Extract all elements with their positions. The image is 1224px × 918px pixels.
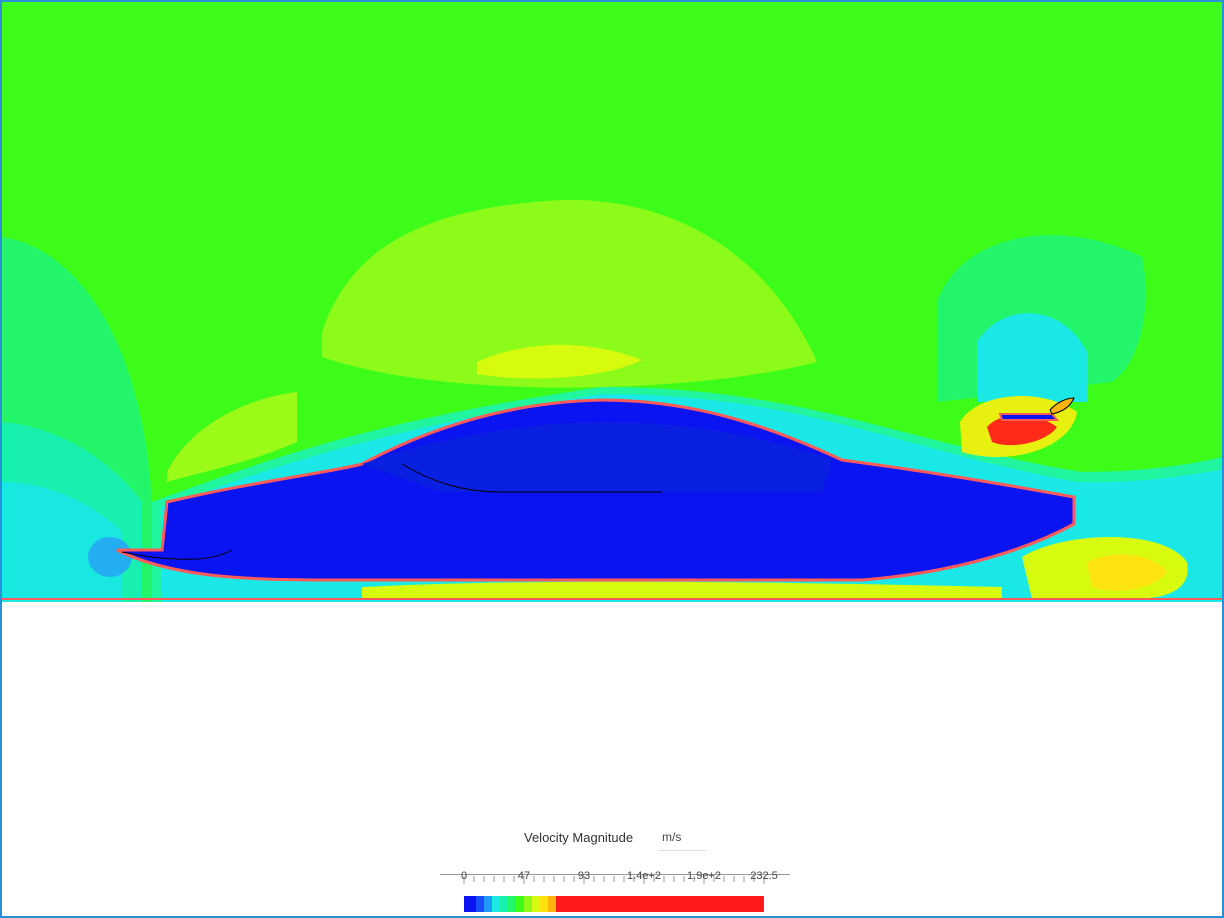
legend-tick-axis (440, 874, 790, 887)
app-window: Velocity Magnitude m/s 0 47 93 1.4e+2 1.… (0, 0, 1224, 918)
velocity-contour-plot[interactable] (2, 2, 1222, 602)
unit-selector[interactable]: m/s (658, 828, 706, 851)
legend-label-1: 47 (517, 870, 531, 882)
stagnation-contour (88, 537, 132, 577)
legend-label-5: 232.5 (750, 870, 778, 882)
simulation-viewport[interactable] (2, 2, 1222, 602)
rear-wing[interactable] (998, 413, 1060, 421)
legend-color-bar (464, 896, 764, 912)
legend-title: Velocity Magnitude (524, 830, 634, 845)
legend-label-3: 1.4e+2 (627, 870, 661, 882)
legend-label-2: 93 (577, 870, 591, 882)
legend-label-0: 0 (460, 870, 468, 882)
color-legend: Velocity Magnitude m/s 0 47 93 1.4e+2 1.… (432, 824, 792, 916)
legend-label-4: 1.9e+2 (687, 870, 721, 882)
